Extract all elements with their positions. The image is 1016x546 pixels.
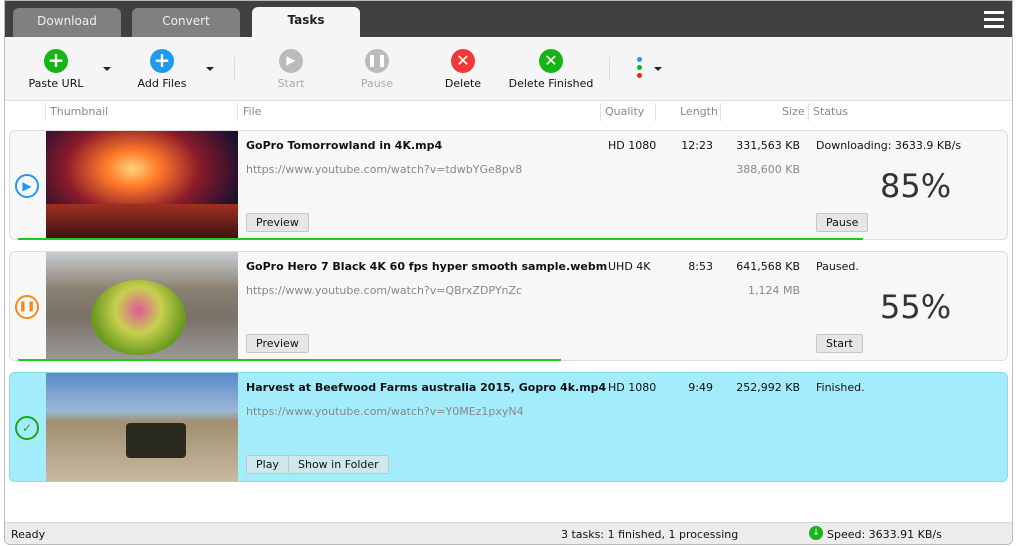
thumbnail <box>46 373 238 481</box>
file-url: https://www.youtube.com/watch?v=QBrxZDPY… <box>246 284 523 297</box>
preview-button[interactable]: Preview <box>246 334 309 353</box>
add-files-button[interactable]: + Add Files <box>133 49 191 91</box>
paused-pause-icon[interactable]: ❚❚ <box>15 295 39 319</box>
ready-text: Ready <box>11 528 46 541</box>
preview-button[interactable]: Preview <box>246 213 309 232</box>
add-files-dropdown-icon[interactable] <box>206 67 214 71</box>
size: 252,992 KB <box>736 381 800 394</box>
finished-check-icon: ✓ <box>15 416 39 440</box>
task-row[interactable]: ✓ Harvest at Beefwood Farms australia 20… <box>9 372 1008 482</box>
length: 8:53 <box>688 260 713 273</box>
download-speed-icon: ↓ <box>809 526 823 540</box>
separator <box>609 57 610 81</box>
pause-icon: ❚❚ <box>365 49 389 73</box>
length: 12:23 <box>681 139 713 152</box>
delete-finished-label: Delete Finished <box>508 77 594 90</box>
col-file[interactable]: File <box>243 105 261 118</box>
size: 331,563 KB <box>736 139 800 152</box>
file-name: GoPro Hero 7 Black 4K 60 fps hyper smoot… <box>246 260 608 273</box>
add-files-label: Add Files <box>137 77 187 90</box>
delete-button[interactable]: ✕ Delete <box>443 49 483 90</box>
task-summary: 3 tasks: 1 finished, 1 processing <box>561 528 739 541</box>
progress-percent: 55% <box>880 288 952 326</box>
start-task-button[interactable]: Start <box>816 334 863 353</box>
more-options-dropdown-icon[interactable] <box>654 67 662 71</box>
progress-bar <box>18 359 561 361</box>
file-url: https://www.youtube.com/watch?v=tdwbYGe8… <box>246 163 523 176</box>
total-size: 388,600 KB <box>736 163 800 176</box>
pause-task-button[interactable]: Pause <box>816 213 869 232</box>
thumbnail <box>46 252 238 360</box>
quality: UHD 4K <box>608 260 651 273</box>
total-size: 1,124 MB <box>747 284 800 297</box>
app-window: Download Convert Tasks + Paste URL + Add F… <box>4 0 1013 545</box>
status-bar: Ready 3 tasks: 1 finished, 1 processing … <box>5 522 1012 544</box>
start-label: Start <box>277 77 305 90</box>
delete-finished-button[interactable]: ✕ Delete Finished <box>508 49 594 90</box>
x-icon: ✕ <box>539 49 563 73</box>
col-quality[interactable]: Quality <box>605 105 644 118</box>
separator <box>234 57 235 81</box>
more-options-icon[interactable] <box>637 57 643 78</box>
quality: HD 1080 <box>608 139 657 152</box>
task-row[interactable]: ▶ GoPro Tomorrowland in 4K.mp4 https://w… <box>9 130 1008 240</box>
tab-convert[interactable]: Convert <box>132 8 240 37</box>
play-button[interactable]: Play <box>246 455 289 474</box>
plus-icon: + <box>150 49 174 73</box>
hamburger-menu-icon[interactable] <box>984 11 1004 29</box>
paste-url-button[interactable]: + Paste URL <box>27 49 85 91</box>
col-length[interactable]: Length <box>680 105 718 118</box>
col-size[interactable]: Size <box>782 105 805 118</box>
column-header: Thumbnail File Quality Length Size Statu… <box>5 101 1012 123</box>
file-name: Harvest at Beefwood Farms australia 2015… <box>246 381 607 394</box>
thumbnail <box>46 131 238 239</box>
quality: HD 1080 <box>608 381 657 394</box>
status-text: Downloading: 3633.9 KB/s <box>816 139 962 152</box>
start-button[interactable]: ▶ Start <box>271 49 311 90</box>
tab-tasks[interactable]: Tasks <box>252 7 360 37</box>
plus-icon: + <box>44 49 68 73</box>
downloading-play-icon[interactable]: ▶ <box>15 174 39 198</box>
tab-bar: Download Convert Tasks <box>5 1 1012 37</box>
status-text: Paused. <box>816 260 859 273</box>
x-icon: ✕ <box>451 49 475 73</box>
length: 9:49 <box>688 381 713 394</box>
file-name: GoPro Tomorrowland in 4K.mp4 <box>246 139 443 152</box>
show-in-folder-button[interactable]: Show in Folder <box>288 455 389 474</box>
col-status[interactable]: Status <box>813 105 848 118</box>
pause-button[interactable]: ❚❚ Pause <box>357 49 397 90</box>
tab-download[interactable]: Download <box>13 8 121 37</box>
delete-label: Delete <box>444 77 482 90</box>
status-text: Finished. <box>816 381 865 394</box>
toolbar: + Paste URL + Add Files ▶ Start ❚❚ Pause ✕ De… <box>5 37 1012 101</box>
col-thumbnail[interactable]: Thumbnail <box>50 105 108 118</box>
paste-url-label: Paste URL <box>28 77 84 90</box>
file-url: https://www.youtube.com/watch?v=Y0MEz1px… <box>246 405 524 418</box>
speed-text: Speed: 3633.91 KB/s <box>827 528 942 541</box>
paste-url-dropdown-icon[interactable] <box>103 67 111 71</box>
size: 641,568 KB <box>736 260 800 273</box>
progress-bar <box>18 238 863 240</box>
task-row[interactable]: ❚❚ GoPro Hero 7 Black 4K 60 fps hyper sm… <box>9 251 1008 361</box>
play-icon: ▶ <box>279 49 303 73</box>
progress-percent: 85% <box>880 167 952 205</box>
pause-label: Pause <box>360 77 394 90</box>
